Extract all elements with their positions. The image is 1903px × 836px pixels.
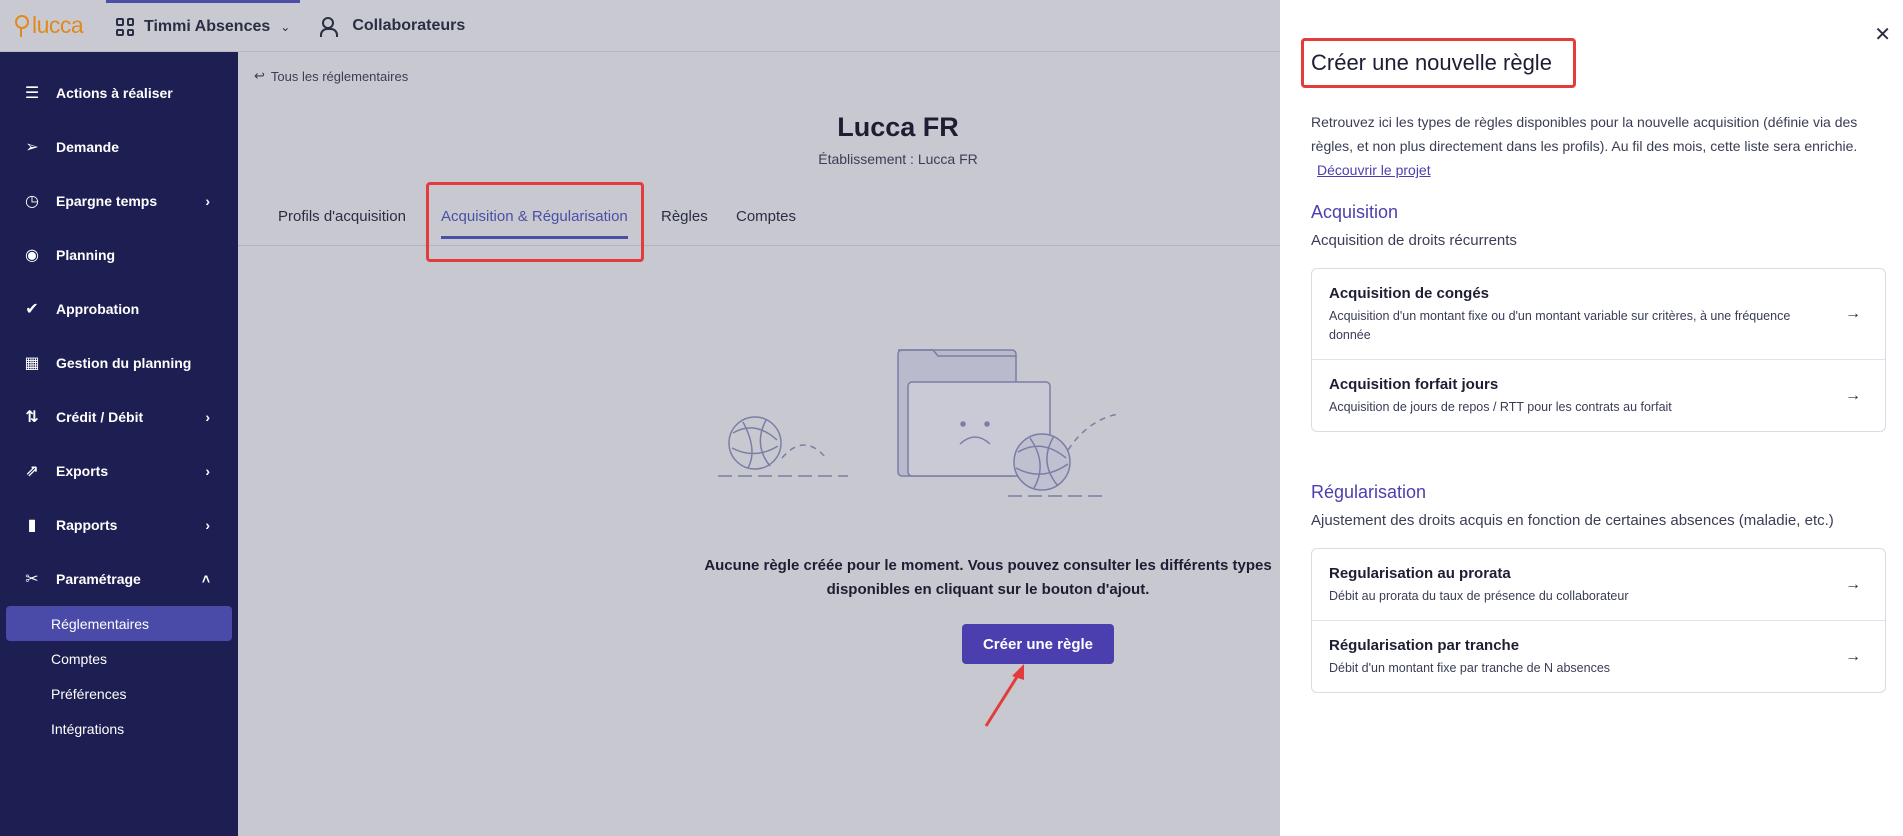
sidebar-item-label: Exports [56,463,109,479]
section-subtitle-regularisation: Ajustement des droits acquis en fonction… [1311,512,1834,529]
rule-option-acquisition-conges[interactable]: Acquisition de congés Acquisition d'un m… [1312,269,1885,360]
rule-option-desc: Acquisition de jours de repos / RTT pour… [1329,400,1672,414]
sidebar: ☰ Actions à réaliser ➢ Demande ◷ Epargne… [0,52,238,836]
clock-icon: ◷ [25,193,39,210]
tabs: Profils d'acquisition Acquisition & Régu… [238,182,1280,246]
sidebar-item-label: Crédit / Débit [56,409,144,425]
panel-description: Retrouvez ici les types de règles dispon… [1311,110,1886,182]
rule-option-desc: Débit au prorata du taux de présence du … [1329,589,1629,603]
send-icon: ➢ [25,139,39,156]
arrow-right-icon: → [1845,647,1861,665]
highlight-box-tab [426,182,644,262]
rule-option-regularisation-tranche[interactable]: Régularisation par tranche Débit d'un mo… [1312,621,1885,692]
sidebar-item-planning[interactable]: ◉ Planning [0,228,238,282]
rule-option-forfait-jours[interactable]: Acquisition forfait jours Acquisition de… [1312,360,1885,431]
tab-profils-acquisition[interactable]: Profils d'acquisition [278,208,406,225]
sidebar-item-approbation[interactable]: ✔ Approbation [0,282,238,336]
logo-text: lucca [32,12,84,38]
rule-option-desc: Acquisition d'un montant fixe ou d'un mo… [1329,309,1791,342]
sidebar-subitem-integrations[interactable]: Intégrations [6,711,232,746]
arrow-right-icon: → [1845,386,1861,404]
arrow-right-icon: → [1845,305,1861,322]
top-bar: lucca Timmi Absences ⌄ Collaborateurs [0,0,1280,52]
check-icon: ✔ [25,301,39,318]
chevron-right-icon: › [205,517,210,533]
sidebar-item-label: Demande [56,139,120,155]
sidebar-item-label: Gestion du planning [56,355,192,371]
panel-description-text: Retrouvez ici les types de règles dispon… [1311,114,1858,154]
back-link[interactable]: ↩ Tous les réglementaires [254,68,408,84]
external-link-icon: ⇗ [25,463,39,480]
sidebar-item-label: Epargne temps [56,193,158,209]
arrow-right-icon: → [1845,575,1861,593]
rule-option-title: Regularisation au prorata [1329,565,1511,582]
eye-icon: ◉ [25,247,39,264]
sidebar-item-demande[interactable]: ➢ Demande [0,120,238,174]
app-switcher[interactable]: Timmi Absences ⌄ [106,0,301,52]
back-link-label: Tous les réglementaires [270,68,409,84]
calendar-icon: ▦ [24,355,40,372]
sidebar-item-label: Rapports [56,517,118,533]
regularisation-card: Regularisation au prorata Débit au prora… [1311,548,1886,693]
sidebar-item-label: Approbation [56,301,140,317]
rule-option-desc: Débit d'un montant fixe par tranche de N… [1329,661,1611,675]
sidebar-item-label: Actions à réaliser [56,85,173,101]
rule-option-title: Acquisition de congés [1329,285,1490,302]
lucca-logo-icon [14,14,29,37]
create-rule-panel: ✕ Créer une nouvelle règle Retrouvez ici… [1280,0,1903,836]
sidebar-item-rapports[interactable]: ▮ Rapports › [0,498,238,552]
tab-comptes[interactable]: Comptes [736,208,796,225]
sidebar-item-label: Planning [56,247,116,263]
sidebar-subitem-reglementaires[interactable]: Réglementaires [6,606,232,641]
empty-state-message: Aucune règle créée pour le moment. Vous … [704,557,1272,598]
section-title-regularisation: Régularisation [1311,482,1427,502]
sidebar-item-exports[interactable]: ⇗ Exports › [0,444,238,498]
tools-icon: ✂ [25,571,39,588]
chevron-right-icon: › [205,463,210,479]
main-content: ↩ Tous les réglementaires Lucca FR Établ… [238,52,1280,836]
sidebar-item-credit-debit[interactable]: ⇅ Crédit / Débit › [0,390,238,444]
apps-grid-icon [116,18,134,36]
empty-folder-illustration [718,349,1119,497]
rule-option-title: Régularisation par tranche [1329,637,1520,654]
collaborators-link[interactable]: Collaborateurs [320,16,466,37]
rule-option-regularisation-prorata[interactable]: Regularisation au prorata Débit au prora… [1312,549,1885,621]
sidebar-item-gestion-planning[interactable]: ▦ Gestion du planning [0,336,238,390]
back-arrow-icon: ↩ [254,68,265,83]
sidebar-subitem-comptes[interactable]: Comptes [6,641,232,676]
section-title-acquisition: Acquisition [1311,202,1399,222]
chevron-up-icon: ˄ [201,571,210,587]
sidebar-item-actions[interactable]: ☰ Actions à réaliser [0,66,238,120]
acquisition-card: Acquisition de congés Acquisition d'un m… [1311,268,1886,432]
checklist-icon: ☰ [24,85,40,102]
tab-regles[interactable]: Règles [661,208,708,225]
lucca-logo[interactable]: lucca [0,12,100,39]
sidebar-item-epargne-temps[interactable]: ◷ Epargne temps › [0,174,238,228]
users-icon [320,16,342,37]
sidebar-item-parametrage[interactable]: ✂ Paramétrage ˄ [0,552,238,606]
panel-title: Créer une nouvelle règle [1311,50,1552,75]
chevron-down-icon: ⌄ [280,20,291,34]
collaborators-label: Collaborateurs [352,16,466,34]
sidebar-item-label: Paramétrage [56,571,141,587]
sidebar-subitem-preferences[interactable]: Préférences [6,676,232,711]
chevron-right-icon: › [205,409,210,425]
bar-chart-icon: ▮ [27,517,37,534]
discover-project-link[interactable]: Découvrir le projet [1317,162,1431,178]
red-annotation-arrow [984,664,1024,727]
close-icon[interactable]: ✕ [1874,22,1891,47]
sort-arrows-icon: ⇅ [25,409,39,426]
app-name: Timmi Absences [144,18,271,35]
section-subtitle-acquisition: Acquisition de droits récurrents [1311,232,1517,249]
rule-option-title: Acquisition forfait jours [1329,376,1499,393]
chevron-right-icon: › [205,193,210,209]
